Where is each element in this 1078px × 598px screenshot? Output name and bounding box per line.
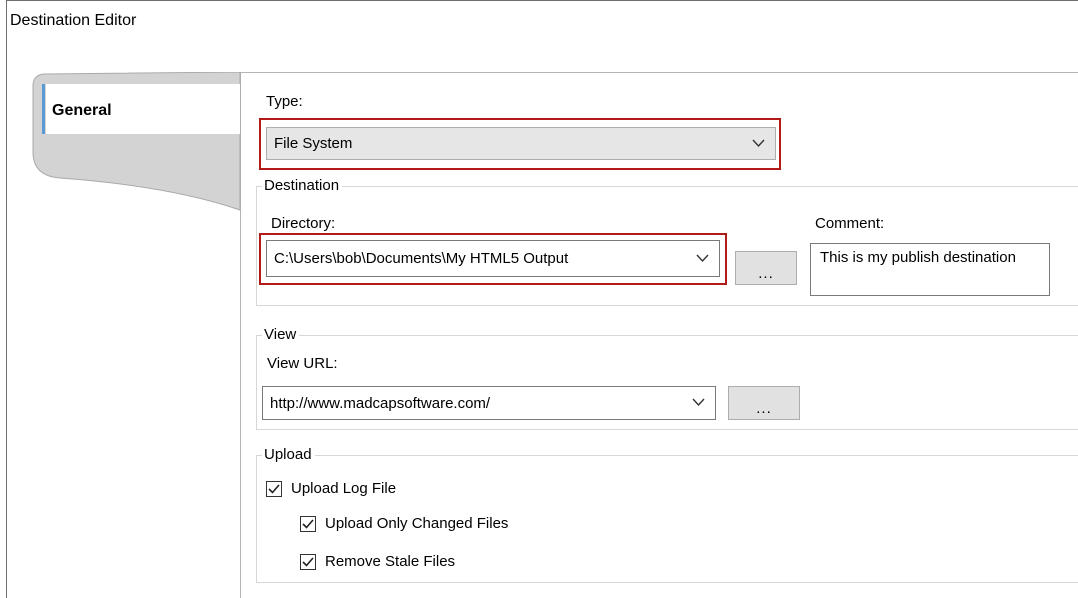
destination-group-title: Destination: [262, 177, 343, 195]
view-url-label: View URL:: [267, 355, 338, 372]
window-title: Destination Editor: [10, 12, 137, 29]
directory-browse-button[interactable]: ...: [735, 251, 797, 285]
comment-label: Comment:: [815, 215, 885, 232]
content-border-top: [240, 72, 1078, 73]
tab-general-label: General: [52, 102, 112, 119]
directory-label: Directory:: [271, 215, 336, 232]
upload-log-file-label: Upload Log File: [291, 480, 397, 497]
view-group-title: View: [262, 326, 300, 344]
comment-textarea[interactable]: This is my publish destination: [810, 243, 1050, 296]
upload-changed-files-label: Upload Only Changed Files: [325, 515, 509, 532]
upload-group-title: Upload: [262, 446, 315, 464]
type-label: Type:: [266, 93, 303, 110]
remove-stale-files-option[interactable]: Remove Stale Files: [300, 553, 455, 570]
checkmark-icon: [268, 483, 280, 494]
directory-browse-label: ...: [758, 265, 774, 282]
upload-changed-files-checkbox[interactable]: [300, 515, 316, 532]
tab-general[interactable]: [30, 72, 242, 222]
upload-log-file-checkbox[interactable]: [266, 480, 282, 497]
type-highlight: [259, 118, 781, 170]
chevron-down-icon: [692, 398, 705, 407]
view-url-input[interactable]: http://www.madcapsoftware.com/: [262, 386, 716, 420]
upload-changed-files-option[interactable]: Upload Only Changed Files: [300, 515, 508, 532]
remove-stale-files-checkbox[interactable]: [300, 553, 316, 570]
view-url-browse-button[interactable]: ...: [728, 386, 800, 420]
remove-stale-files-label: Remove Stale Files: [325, 553, 456, 570]
directory-highlight: [259, 233, 727, 285]
view-url-browse-label: ...: [756, 400, 772, 417]
checkmark-icon: [302, 556, 314, 567]
checkmark-icon: [302, 518, 314, 529]
upload-log-file-option[interactable]: Upload Log File: [266, 480, 396, 497]
view-url-value: http://www.madcapsoftware.com/: [270, 394, 491, 412]
